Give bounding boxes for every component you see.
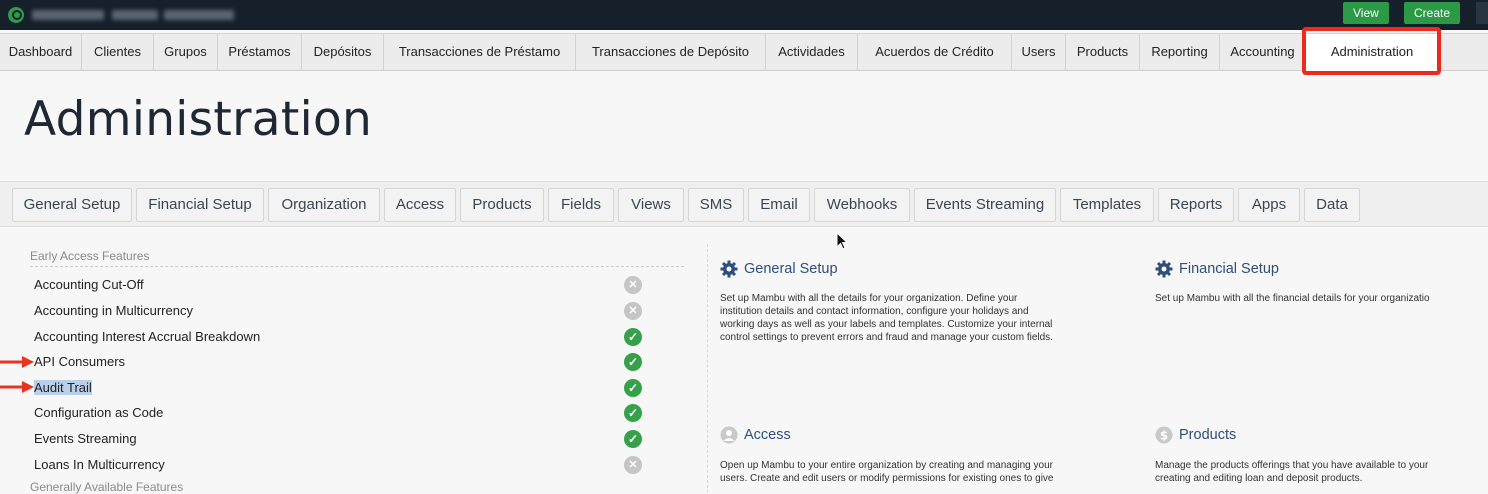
check-circle-icon[interactable]: ✓ (624, 353, 642, 371)
feature-api-consumers[interactable]: API Consumers (34, 354, 125, 369)
nav-item-users[interactable]: Users (1012, 34, 1066, 71)
tab-apps[interactable]: Apps (1238, 188, 1300, 222)
x-circle-icon[interactable]: ✕ (624, 302, 642, 320)
x-circle-icon[interactable]: ✕ (624, 456, 642, 474)
feature-accounting-interest-accrual[interactable]: Accounting Interest Accrual Breakdown (34, 329, 260, 344)
feature-label: Accounting Cut-Off (34, 277, 144, 292)
user-icon (720, 426, 738, 444)
gear-icon (1155, 260, 1173, 278)
feature-accounting-cut-off[interactable]: Accounting Cut-Off (34, 277, 144, 292)
card-desc-general-setup: Set up Mambu with all the details for yo… (720, 292, 1053, 344)
blurred-breadcrumb (32, 10, 104, 20)
card-title-products[interactable]: Products (1179, 427, 1236, 443)
top-bar: View Create (0, 0, 1488, 30)
view-button[interactable]: View (1343, 2, 1389, 24)
card-desc-access: Open up Mambu to your entire organizatio… (720, 459, 1054, 485)
admin-tabs: General Setup Financial Setup Organizati… (0, 181, 1488, 227)
card-title-general-setup[interactable]: General Setup (744, 261, 838, 277)
generally-available-heading: Generally Available Features (30, 480, 184, 494)
desc-line: institution details and contact informat… (720, 306, 1029, 317)
tab-views[interactable]: Views (618, 188, 684, 222)
check-circle-icon[interactable]: ✓ (624, 328, 642, 346)
page-title: Administration (24, 92, 373, 147)
check-circle-icon[interactable]: ✓ (624, 379, 642, 397)
red-arrow-icon (0, 381, 34, 393)
feature-loans-multicurrency[interactable]: Loans In Multicurrency (34, 457, 165, 472)
nav-item-grupos[interactable]: Grupos (154, 34, 218, 71)
x-circle-icon[interactable]: ✕ (624, 276, 642, 294)
feature-label: Accounting in Multicurrency (34, 303, 193, 318)
feature-label: API Consumers (34, 354, 126, 369)
top-bar-edge-button[interactable] (1476, 2, 1488, 24)
column-separator (707, 244, 708, 493)
feature-label: Configuration as Code (34, 405, 164, 420)
tab-organization[interactable]: Organization (268, 188, 380, 222)
nav-item-prestamos[interactable]: Préstamos (218, 34, 302, 71)
card-title-access[interactable]: Access (744, 427, 791, 443)
tab-sms[interactable]: SMS (688, 188, 744, 222)
tab-financial-setup[interactable]: Financial Setup (136, 188, 264, 222)
desc-line: Set up Mambu with all the details for yo… (720, 293, 1018, 304)
feature-label: Events Streaming (34, 431, 137, 446)
early-access-heading: Early Access Features (30, 249, 150, 263)
section-divider (30, 266, 684, 267)
nav-item-depositos[interactable]: Depósitos (302, 34, 384, 71)
feature-audit-trail[interactable]: Audit Trail (34, 380, 92, 395)
card-title-financial-setup[interactable]: Financial Setup (1179, 261, 1279, 277)
tab-templates[interactable]: Templates (1060, 188, 1154, 222)
create-button[interactable]: Create (1404, 2, 1461, 24)
main-navigation: Dashboard Clientes Grupos Préstamos Depó… (0, 33, 1488, 71)
svg-text:$: $ (1160, 429, 1168, 443)
desc-line: Open up Mambu to your entire organizatio… (720, 460, 1053, 471)
gear-icon (720, 260, 738, 278)
feature-events-streaming[interactable]: Events Streaming (34, 431, 137, 446)
feature-label: Audit Trail (34, 380, 92, 395)
tab-email[interactable]: Email (748, 188, 810, 222)
tab-products[interactable]: Products (460, 188, 544, 222)
nav-item-reporting[interactable]: Reporting (1140, 34, 1220, 71)
desc-line: creating and editing loan and deposit pr… (1155, 473, 1363, 484)
desc-line: Set up Mambu with all the financial deta… (1155, 293, 1430, 304)
feature-label: Accounting Interest Accrual Breakdown (34, 329, 261, 344)
nav-item-dashboard[interactable]: Dashboard (0, 34, 82, 71)
feature-configuration-as-code[interactable]: Configuration as Code (34, 405, 163, 420)
red-arrow-icon (0, 356, 34, 368)
desc-line: control settings to prevent errors and f… (720, 332, 1053, 343)
tab-data[interactable]: Data (1304, 188, 1360, 222)
feature-label: Loans In Multicurrency (34, 457, 165, 472)
check-circle-icon[interactable]: ✓ (624, 430, 642, 448)
tab-general-setup[interactable]: General Setup (12, 188, 132, 222)
app-logo-icon[interactable] (8, 7, 24, 23)
check-circle-icon[interactable]: ✓ (624, 404, 642, 422)
tab-access[interactable]: Access (384, 188, 456, 222)
desc-line: users. Create and edit users or modify p… (720, 473, 1054, 484)
tab-events-streaming[interactable]: Events Streaming (914, 188, 1056, 222)
nav-item-products[interactable]: Products (1066, 34, 1140, 71)
card-desc-financial-setup: Set up Mambu with all the financial deta… (1155, 292, 1430, 305)
tab-reports[interactable]: Reports (1158, 188, 1234, 222)
desc-line: working days as well as your labels and … (720, 319, 1053, 330)
tab-webhooks[interactable]: Webhooks (814, 188, 910, 222)
blurred-breadcrumb (164, 10, 234, 20)
nav-item-accounting[interactable]: Accounting (1220, 34, 1306, 71)
card-desc-products: Manage the products offerings that you h… (1155, 459, 1428, 485)
feature-accounting-multicurrency[interactable]: Accounting in Multicurrency (34, 303, 193, 318)
blurred-breadcrumb (112, 10, 158, 20)
dollar-icon: $ (1155, 426, 1173, 444)
nav-item-actividades[interactable]: Actividades (766, 34, 858, 71)
nav-item-transacciones-deposito[interactable]: Transacciones de Depósito (576, 34, 766, 71)
nav-item-transacciones-prestamo[interactable]: Transacciones de Préstamo (384, 34, 576, 71)
nav-item-acuerdos-credito[interactable]: Acuerdos de Crédito (858, 34, 1012, 71)
administration-highlight-box (1302, 27, 1441, 75)
nav-item-clientes[interactable]: Clientes (82, 34, 154, 71)
desc-line: Manage the products offerings that you h… (1155, 460, 1429, 471)
mouse-cursor-icon (836, 232, 848, 250)
tab-fields[interactable]: Fields (548, 188, 614, 222)
